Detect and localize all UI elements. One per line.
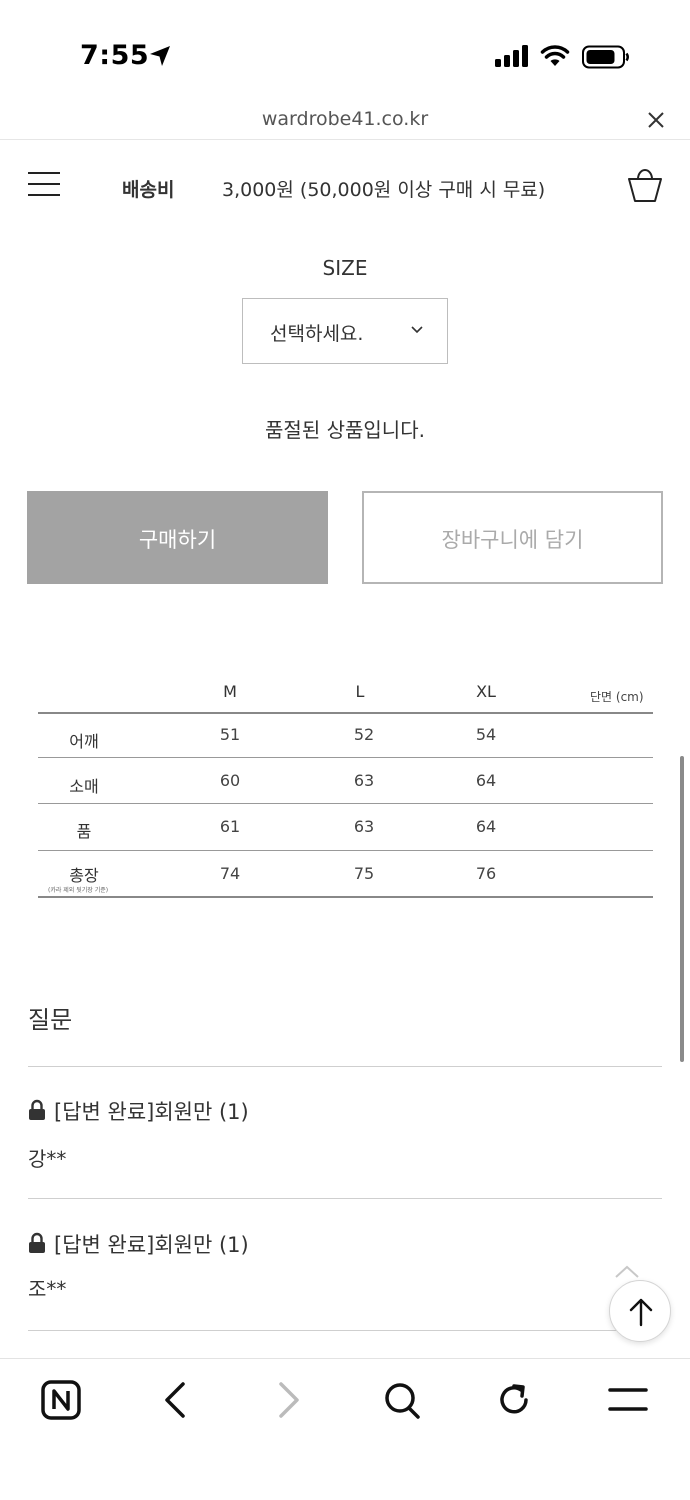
search-icon[interactable]	[377, 1378, 427, 1422]
size-column-xl: XL	[476, 682, 496, 701]
menu-icon[interactable]	[603, 1378, 653, 1422]
url-bar[interactable]: wardrobe41.co.kr	[0, 100, 690, 140]
row-label-chest: 품	[76, 822, 92, 841]
table-cell: 64	[475, 817, 497, 836]
status-bar: 7:55	[0, 0, 690, 100]
close-icon[interactable]	[646, 110, 666, 130]
browser-toolbar	[0, 1358, 690, 1500]
divider	[28, 1330, 662, 1331]
question-item-title[interactable]: [답변 완료]회원만 (1)	[28, 1096, 249, 1126]
table-cell: 63	[353, 817, 375, 836]
question-author: 강**	[28, 1147, 67, 1171]
divider	[28, 1198, 662, 1199]
scroll-to-top-button[interactable]	[609, 1280, 671, 1342]
buy-button[interactable]: 구매하기	[27, 491, 328, 584]
forward-icon[interactable]	[264, 1378, 314, 1422]
add-to-cart-button[interactable]: 장바구니에 담기	[362, 491, 663, 584]
table-cell: 63	[353, 771, 375, 790]
back-icon[interactable]	[150, 1378, 200, 1422]
question-title-text: [답변 완료]회원만 (1)	[54, 1100, 249, 1124]
table-cell: 64	[475, 771, 497, 790]
size-label: SIZE	[322, 256, 368, 280]
scrollbar[interactable]	[680, 756, 684, 1062]
shipping-value: 3,000원 (50,000원 이상 구매 시 무료)	[222, 179, 546, 201]
naver-home-icon[interactable]	[37, 1378, 87, 1422]
size-chart-unit: 단면 (cm)	[590, 690, 644, 704]
row-label-sleeve: 소매	[69, 777, 99, 796]
table-divider	[38, 896, 653, 898]
arrow-up-icon	[629, 1298, 653, 1327]
table-divider	[38, 803, 653, 804]
table-divider	[38, 757, 653, 758]
reload-icon[interactable]	[490, 1378, 540, 1422]
size-chart-table: M L XL 단면 (cm) 어깨 51 52 54 소매 60 63 64 품…	[38, 670, 653, 900]
lock-icon	[29, 1232, 45, 1253]
questions-title: 질문	[28, 1006, 73, 1034]
add-to-cart-label: 장바구니에 담기	[441, 528, 584, 552]
hamburger-menu-icon[interactable]	[28, 172, 60, 198]
table-divider	[38, 850, 653, 851]
battery-icon	[582, 45, 629, 69]
table-cell: 76	[475, 864, 497, 883]
size-column-m: M	[223, 682, 237, 701]
question-author: 조**	[28, 1277, 67, 1301]
table-cell: 52	[353, 725, 375, 744]
chevron-up-icon[interactable]	[614, 1265, 640, 1279]
buy-button-label: 구매하기	[138, 528, 217, 552]
question-item-title[interactable]: [답변 완료]회원만 (1)	[28, 1229, 249, 1259]
size-select[interactable]: 선택하세요.	[242, 298, 448, 364]
row-note-length: (카라 제외 뒷기장 기준)	[48, 887, 109, 894]
table-cell: 51	[219, 725, 241, 744]
row-label-shoulder: 어깨	[69, 732, 99, 751]
divider	[28, 1066, 662, 1067]
size-select-value: 선택하세요.	[270, 323, 364, 345]
question-title-text: [답변 완료]회원만 (1)	[54, 1233, 249, 1257]
wifi-icon	[540, 45, 570, 66]
table-cell: 61	[219, 817, 241, 836]
cellular-signal-icon	[495, 45, 528, 67]
row-label-length: 총장	[69, 866, 99, 885]
table-cell: 60	[219, 771, 241, 790]
lock-icon	[29, 1099, 45, 1120]
url-text[interactable]: wardrobe41.co.kr	[0, 108, 690, 130]
table-divider	[38, 712, 653, 714]
chevron-down-icon	[411, 326, 423, 334]
table-cell: 54	[475, 725, 497, 744]
shipping-label: 배송비	[122, 179, 175, 201]
table-cell: 75	[353, 864, 375, 883]
table-cell: 74	[219, 864, 241, 883]
location-arrow-icon	[150, 46, 170, 66]
status-time: 7:55	[80, 40, 150, 71]
size-column-l: L	[355, 682, 365, 701]
shopping-basket-icon[interactable]	[626, 166, 664, 204]
soldout-message: 품절된 상품입니다.	[265, 418, 425, 442]
